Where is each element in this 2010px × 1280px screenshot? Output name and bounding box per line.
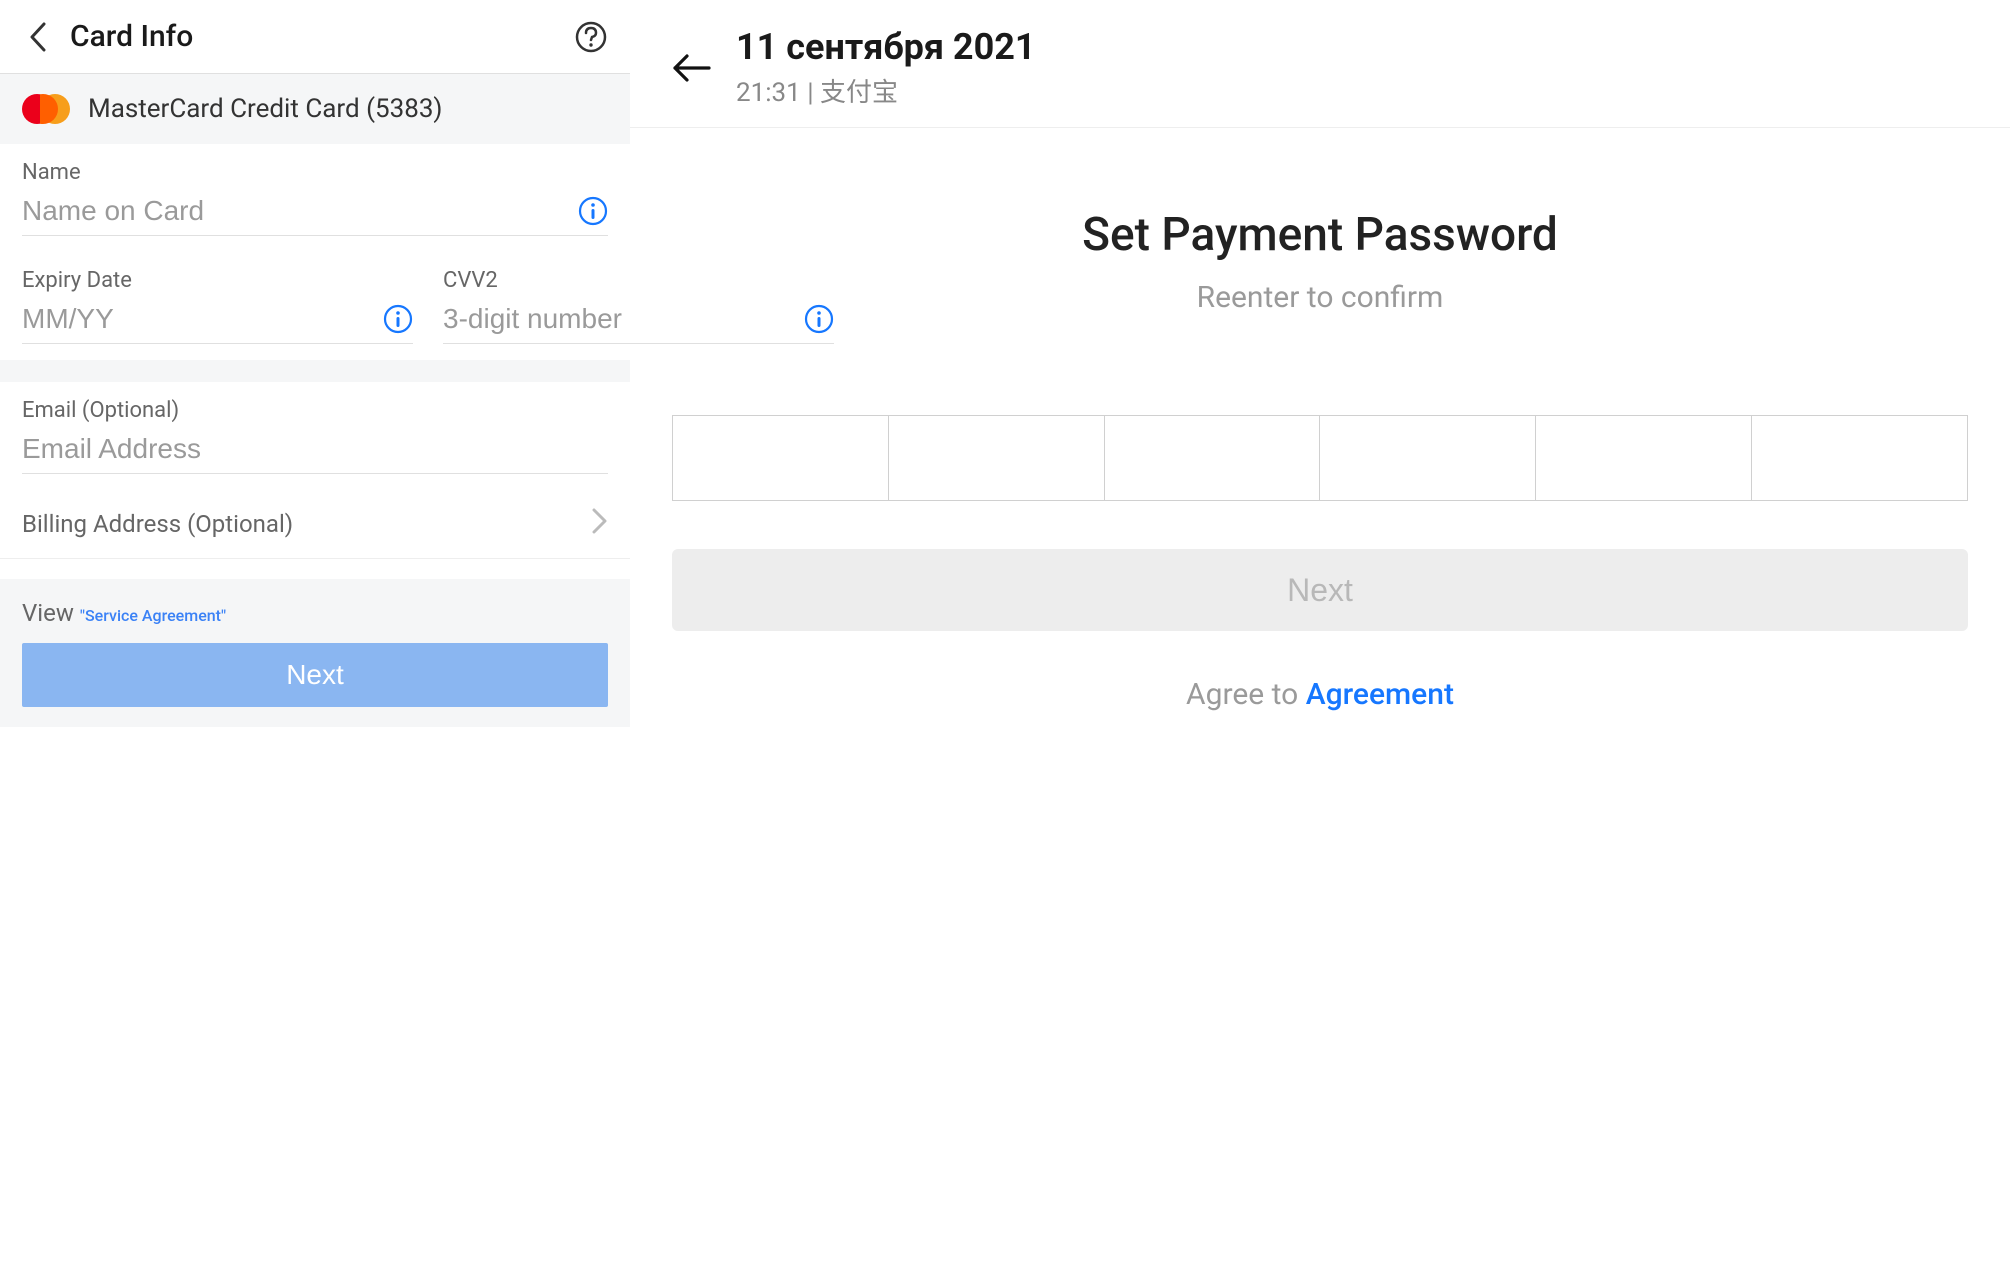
- service-agreement-link[interactable]: "Service Agreement": [80, 606, 226, 625]
- pin-cell[interactable]: [1105, 416, 1321, 500]
- view-text: View: [22, 599, 80, 627]
- pin-cell[interactable]: [1752, 416, 1967, 500]
- footer-area: View "Service Agreement" Next: [0, 579, 630, 727]
- card-info-screen: Card Info MasterCard Credit Card (5383) …: [0, 0, 630, 1280]
- name-label: Name: [22, 160, 608, 185]
- pin-cell[interactable]: [1536, 416, 1752, 500]
- expiry-input[interactable]: [22, 303, 383, 335]
- email-input[interactable]: [22, 433, 608, 465]
- help-icon[interactable]: [574, 20, 608, 54]
- next-button[interactable]: Next: [672, 549, 1968, 631]
- set-password-subtitle: Reenter to confirm: [630, 280, 2010, 315]
- left-header: Card Info: [0, 0, 630, 74]
- pin-cell[interactable]: [673, 416, 889, 500]
- card-summary-row: MasterCard Credit Card (5383): [0, 74, 630, 144]
- agreement-link[interactable]: Agreement: [1306, 677, 1454, 712]
- next-button[interactable]: Next: [22, 643, 608, 707]
- header-meta: 21:31 | 支付宝: [736, 72, 1036, 109]
- name-input[interactable]: [22, 195, 578, 227]
- agree-row: Agree to Agreement: [630, 677, 2010, 712]
- section-divider: [0, 360, 630, 382]
- set-password-title: Set Payment Password: [630, 208, 2010, 262]
- mastercard-logo-icon: [22, 94, 70, 124]
- back-chevron-icon[interactable]: [22, 20, 56, 54]
- set-password-screen: 11 сентября 2021 21:31 | 支付宝 Set Payment…: [630, 0, 2010, 1280]
- pin-cell[interactable]: [1320, 416, 1536, 500]
- info-icon[interactable]: [578, 196, 608, 226]
- back-arrow-icon[interactable]: [672, 48, 712, 88]
- right-header: 11 сентября 2021 21:31 | 支付宝: [630, 0, 2010, 128]
- pin-input[interactable]: [672, 415, 1968, 501]
- agree-text: Agree to: [1186, 677, 1306, 712]
- pin-cell[interactable]: [889, 416, 1105, 500]
- billing-label: Billing Address (Optional): [22, 510, 293, 538]
- billing-address-row[interactable]: Billing Address (Optional): [0, 490, 630, 559]
- chevron-right-icon: [592, 508, 608, 540]
- card-summary-text: MasterCard Credit Card (5383): [88, 94, 442, 124]
- expiry-label: Expiry Date: [22, 268, 413, 293]
- email-label: Email (Optional): [22, 398, 608, 423]
- header-date: 11 сентября 2021: [736, 26, 1036, 68]
- page-title: Card Info: [70, 19, 193, 54]
- info-icon[interactable]: [383, 304, 413, 334]
